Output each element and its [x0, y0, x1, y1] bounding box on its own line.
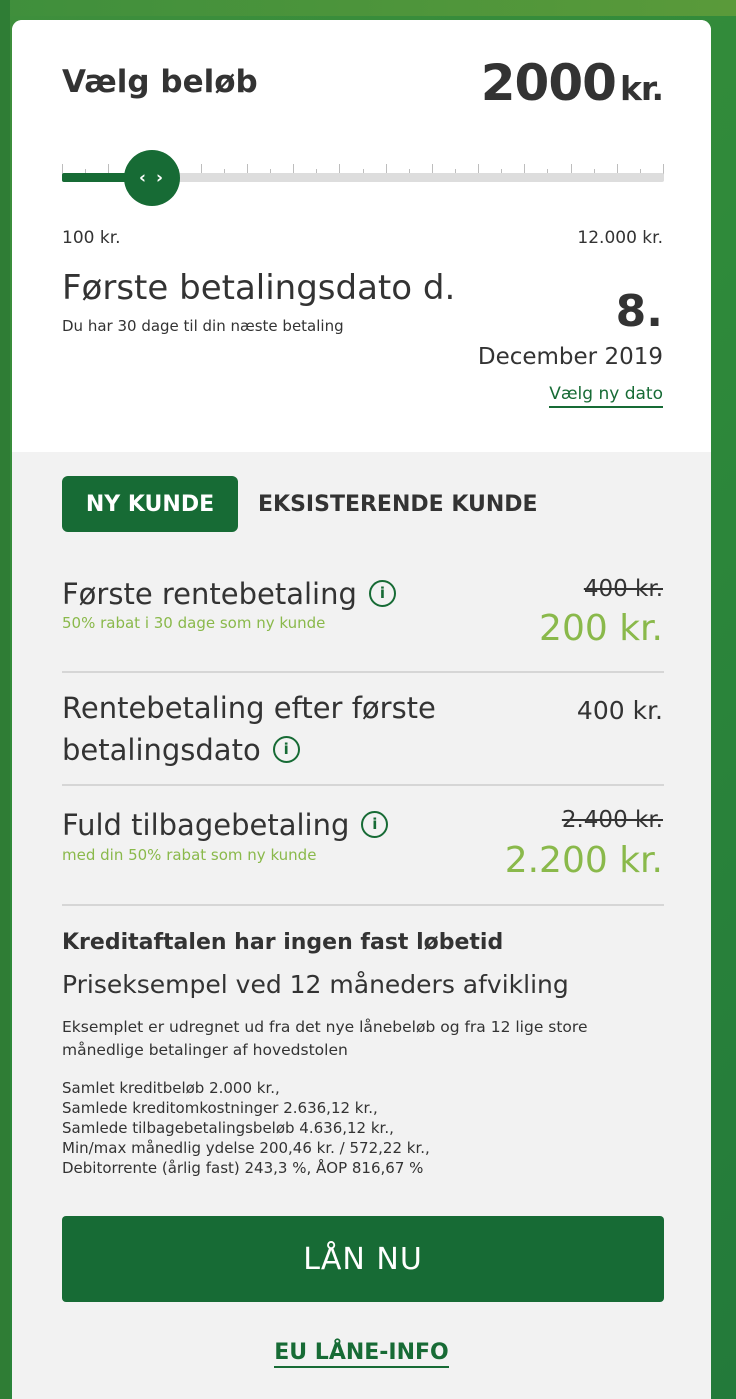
amount-unit: kr.	[619, 69, 664, 108]
payment-date-day: 8.	[615, 286, 663, 337]
first-interest-new-price: 200 kr.	[539, 608, 663, 649]
amount-number: 2000	[480, 54, 617, 112]
amount-section: Vælg beløb 2000 kr. ‹ › 100 kr. 12.000 kr…	[12, 20, 711, 452]
first-interest-subtitle: 50% rabat i 30 dage som ny kunde	[62, 614, 326, 632]
change-date-link[interactable]: Vælg ny dato	[549, 384, 663, 408]
credit-agreement-title: Kreditaftalen har ingen fast løbetid	[62, 930, 504, 955]
borrow-now-button[interactable]: LÅN NU	[62, 1216, 664, 1302]
amount-slider[interactable]: ‹ ›	[62, 150, 664, 206]
tab-new-customer[interactable]: NY KUNDE	[62, 476, 238, 532]
payment-date-title: Første betalingsdato d.	[62, 268, 456, 308]
later-interest-price: 400 kr.	[576, 696, 663, 725]
amount-title: Vælg beløb	[62, 64, 258, 100]
info-icon[interactable]: i	[368, 579, 396, 607]
first-interest-old-price: 400 kr.	[583, 576, 663, 602]
credit-detail-line: Debitorrente (årlig fast) 243,3 %, ÅOP 8…	[62, 1159, 424, 1177]
slider-min-label: 100 kr.	[62, 228, 121, 248]
price-example-description: Eksemplet er udregnet ud fra det nye lån…	[62, 1018, 588, 1059]
full-repayment-old-price: 2.400 kr.	[561, 807, 663, 833]
credit-detail-line: Samlet kreditbeløb 2.000 kr.,	[62, 1079, 280, 1097]
info-icon[interactable]: i	[361, 810, 389, 838]
tab-existing-customer[interactable]: EKSISTERENDE KUNDE	[258, 476, 538, 532]
full-repayment-label: Fuld tilbagebetaling i	[62, 805, 389, 845]
row-divider	[62, 904, 664, 906]
price-example-heading: Priseksempel ved 12 måneders afvikling	[62, 970, 569, 999]
later-interest-label-line2: betalingsdato	[62, 733, 261, 767]
eu-loan-info-link[interactable]: EU LÅNE-INFO	[274, 1340, 449, 1368]
full-repayment-new-price: 2.200 kr.	[504, 840, 663, 881]
credit-detail-line: Samlede kreditomkostninger 2.636,12 kr.,	[62, 1099, 378, 1117]
eu-loan-info-link-wrap: EU LÅNE-INFO	[12, 1340, 711, 1368]
credit-detail-line: Min/max månedlig ydelse 200,46 kr. / 572…	[62, 1139, 430, 1157]
slider-max-label: 12.000 kr.	[577, 228, 663, 248]
credit-detail-line: Samlede tilbagebetalingsbeløb 4.636,12 k…	[62, 1119, 394, 1137]
first-interest-label: Første rentebetaling i	[62, 574, 396, 614]
slider-handle[interactable]: ‹ ›	[124, 150, 180, 206]
info-icon[interactable]: i	[272, 735, 300, 763]
row-divider	[62, 784, 664, 786]
payment-date-month: December 2019	[477, 344, 663, 370]
full-repayment-subtitle: med din 50% rabat som ny kunde	[62, 846, 317, 864]
payment-date-subtitle: Du har 30 dage til din næste betaling	[62, 317, 344, 335]
first-interest-text: Første rentebetaling	[62, 577, 357, 611]
full-repayment-text: Fuld tilbagebetaling	[62, 808, 350, 842]
row-divider	[62, 671, 664, 673]
later-interest-label-line1: Rentebetaling efter første	[62, 691, 436, 725]
page-background-top	[0, 0, 736, 16]
later-interest-label: betalingsdato i	[62, 730, 300, 770]
credit-details: Samlet kreditbeløb 2.000 kr., Samlede kr…	[62, 1078, 672, 1178]
amount-value: 2000 kr.	[480, 54, 664, 112]
page-background-left	[0, 0, 10, 1399]
loan-calculator-card: Vælg beløb 2000 kr. ‹ › 100 kr. 12.000 kr…	[12, 20, 711, 1399]
